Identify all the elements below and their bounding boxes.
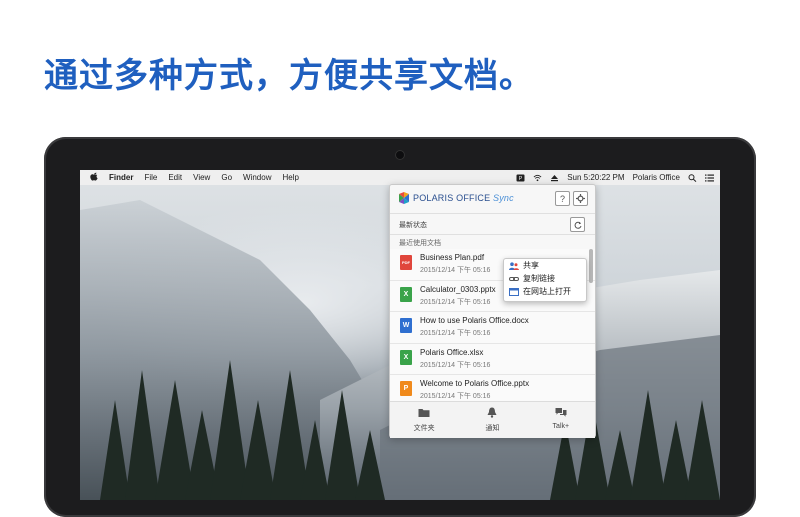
- file-date: 2015/12/14 下午 05:16: [420, 361, 491, 369]
- logo-main: POLARIS OFFICE: [413, 193, 491, 203]
- ctx-open-web[interactable]: 在网站上打开: [504, 285, 586, 298]
- file-date: 2015/12/14 下午 05:16: [420, 298, 491, 306]
- pptx-file-icon: P: [400, 381, 412, 396]
- file-date: 2015/12/14 下午 05:16: [420, 330, 491, 337]
- list-scrollbar[interactable]: [589, 249, 593, 283]
- popup-tab-bar: 文件夹 通知 Talk+: [390, 401, 595, 438]
- menu-app-name[interactable]: Polaris Office: [633, 173, 680, 182]
- help-button[interactable]: ?: [555, 191, 570, 206]
- apple-menu-icon[interactable]: [90, 172, 98, 183]
- file-name: Welcome to Polaris Office.pptx: [420, 379, 530, 388]
- file-date: 2015/12/14 下午 05:16: [420, 393, 491, 400]
- menu-window[interactable]: Window: [243, 173, 271, 182]
- polaris-logo-text: POLARIS OFFICE Sync: [413, 193, 514, 203]
- polaris-logo-icon: [399, 192, 409, 204]
- eject-icon[interactable]: [550, 174, 559, 182]
- ctx-open-web-label: 在网站上打开: [523, 287, 571, 296]
- logo-sync: Sync: [493, 193, 514, 203]
- docx-file-icon: W: [400, 318, 412, 333]
- polaris-sync-popup: POLARIS OFFICE Sync ? 最新状态 最近使用文档 PDF Bu…: [389, 184, 596, 438]
- status-section: 最新状态: [390, 213, 595, 234]
- menu-finder[interactable]: Finder: [109, 173, 133, 182]
- refresh-icon: [574, 221, 581, 229]
- camera-dot: [395, 150, 405, 160]
- link-icon: [509, 276, 519, 281]
- gear-icon: [576, 194, 585, 203]
- search-icon[interactable]: [688, 173, 697, 182]
- popup-header: POLARIS OFFICE Sync ?: [390, 185, 595, 211]
- refresh-button[interactable]: [570, 217, 585, 232]
- file-name: Business Plan.pdf: [420, 253, 485, 262]
- recent-label: 最近使用文档: [399, 240, 441, 247]
- tab-notification[interactable]: 通知: [458, 402, 526, 438]
- chat-icon: [555, 408, 567, 417]
- menu-edit[interactable]: Edit: [168, 173, 182, 182]
- ctx-share[interactable]: 共享: [504, 259, 586, 272]
- wifi-icon[interactable]: [533, 174, 542, 182]
- tab-notification-label: 通知: [485, 425, 500, 432]
- tab-folder[interactable]: 文件夹: [390, 402, 458, 438]
- menu-help[interactable]: Help: [282, 173, 298, 182]
- file-row[interactable]: W How to use Polaris Office.docx 2015/12…: [390, 312, 595, 344]
- file-row[interactable]: X Polaris Office.xlsx 2015/12/14 下午 05:1…: [390, 343, 595, 375]
- bell-icon: [487, 407, 497, 418]
- folder-icon: [418, 409, 430, 417]
- status-tray: P Sun 5:20:22 PM Polaris Office: [516, 170, 714, 185]
- file-name: Calculator_0303.pptx: [420, 284, 496, 294]
- pdf-file-icon: PDF: [400, 255, 412, 270]
- polaris-tray-icon[interactable]: P: [516, 174, 525, 182]
- file-context-menu: 共享 复制链接 在网站上打开: [503, 258, 587, 302]
- file-name: Polaris Office.xlsx: [420, 347, 484, 357]
- menu-bar: Finder File Edit View Go Window Help P S…: [80, 170, 720, 185]
- menu-view[interactable]: View: [193, 173, 210, 182]
- status-label: 最新状态: [399, 222, 427, 229]
- browser-window-icon: [509, 287, 519, 296]
- file-date: 2015/12/14 下午 05:16: [420, 267, 491, 274]
- xlsx-file-icon: X: [400, 349, 412, 365]
- notification-list-icon[interactable]: [705, 174, 714, 182]
- ctx-copy-link-label: 复制链接: [523, 274, 555, 283]
- settings-button[interactable]: [573, 191, 588, 206]
- tab-talk-label: Talk+: [552, 423, 570, 430]
- recent-section: 最近使用文档: [390, 234, 595, 249]
- menu-clock[interactable]: Sun 5:20:22 PM: [567, 173, 624, 182]
- menu-go[interactable]: Go: [221, 173, 232, 182]
- menu-file[interactable]: File: [144, 173, 157, 182]
- page-headline: 通过多种方式，方便共享文档。: [44, 56, 534, 96]
- ctx-share-label: 共享: [523, 261, 539, 270]
- ctx-copy-link[interactable]: 复制链接: [504, 272, 586, 285]
- tab-talk[interactable]: Talk+: [527, 402, 595, 438]
- file-name: How to use Polaris Office.docx: [420, 316, 529, 325]
- share-users-icon: [509, 261, 519, 270]
- tab-folder-label: 文件夹: [413, 425, 435, 432]
- xlsx-file-icon: X: [400, 286, 412, 302]
